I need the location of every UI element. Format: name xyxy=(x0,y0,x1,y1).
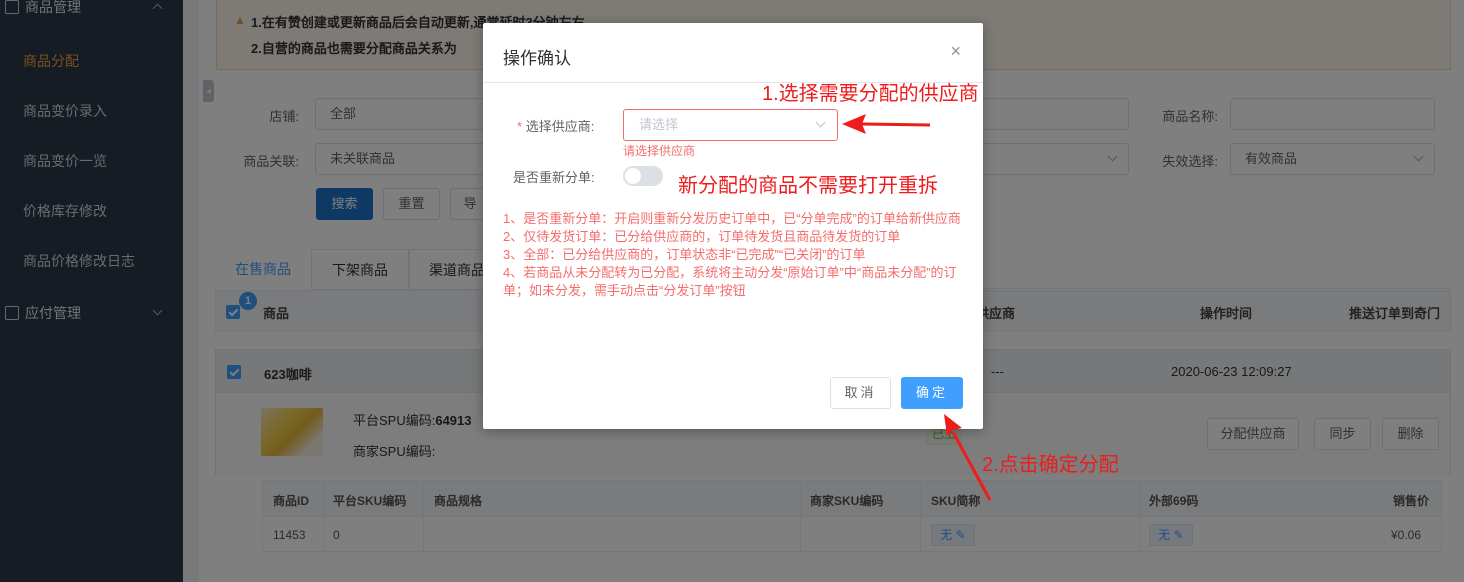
resplit-label: 是否重新分单: xyxy=(513,170,595,185)
supplier-select[interactable]: 请选择 xyxy=(623,109,838,141)
annotation-no-resplit: 新分配的商品不需要打开重拆 xyxy=(678,175,938,197)
note-2: 2、仅待发货订单：已分给供应商的，订单待发货且商品待发货的订单 xyxy=(503,229,901,244)
note-4: 4、若商品从未分配转为已分配，系统将主动分发“原始订单”中“商品未分配”的订单；… xyxy=(503,265,957,298)
supplier-error: 请选择供应商 xyxy=(623,144,696,158)
annotation-click-confirm: 2.点击确定分配 xyxy=(982,454,1119,476)
dialog-title: 操作确认 xyxy=(503,49,571,68)
supplier-label-text: 选择供应商: xyxy=(525,119,595,134)
required-mark: * xyxy=(517,119,523,134)
resplit-toggle[interactable] xyxy=(623,166,663,186)
annotation-select-supplier: 1.选择需要分配的供应商 xyxy=(762,83,979,105)
dialog-header: 操作确认 × xyxy=(483,23,983,83)
note-1: 1、是否重新分单：开启则重新分发历史订单中，已“分单完成”的订单给新供应商 xyxy=(503,211,961,226)
close-icon[interactable]: × xyxy=(950,41,961,62)
supplier-label: * 选择供应商: xyxy=(517,116,594,135)
confirm-button[interactable]: 确定 xyxy=(901,377,963,409)
supplier-select-placeholder: 请选择 xyxy=(639,117,679,132)
chevron-down-icon xyxy=(815,117,826,128)
dialog-notes: 1、是否重新分单：开启则重新分发历史订单中，已“分单完成”的订单给新供应商 2、… xyxy=(503,210,963,300)
cancel-button[interactable]: 取消 xyxy=(830,377,891,409)
note-3: 3、全部：已分给供应商的，订单状态非“已完成”“已关闭”的订单 xyxy=(503,247,866,262)
